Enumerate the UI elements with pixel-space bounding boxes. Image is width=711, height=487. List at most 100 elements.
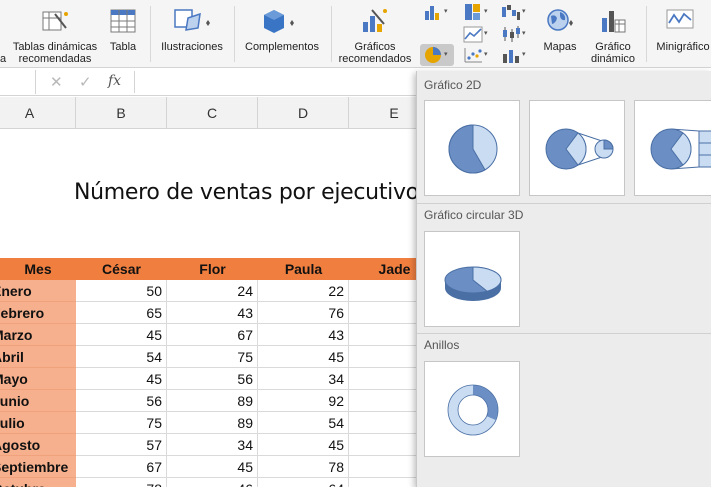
addins-button[interactable]: Complementos [240, 0, 324, 68]
value-cell[interactable]: 56 [76, 390, 167, 412]
combo-chart-caret-icon[interactable]: ▾ [522, 50, 526, 58]
sheet-title: Número de ventas por ejecutivo [74, 180, 419, 205]
illustrations-label: Ilustraciones [161, 41, 223, 53]
name-box[interactable] [0, 70, 36, 94]
combo-chart-icon[interactable] [500, 45, 522, 65]
value-cell[interactable]: 89 [167, 412, 258, 434]
value-cell[interactable]: 75 [76, 412, 167, 434]
stock-chart-icon[interactable] [500, 24, 522, 44]
bar-of-pie-option[interactable] [634, 100, 711, 196]
value-cell[interactable]: 54 [258, 412, 349, 434]
line-chart-caret-icon[interactable]: ▾ [484, 29, 488, 37]
formula-input[interactable] [134, 71, 414, 93]
illustrations-button[interactable]: Ilustraciones [156, 0, 228, 68]
pie-chart-option[interactable] [424, 100, 520, 196]
value-cell[interactable]: 24 [167, 280, 258, 302]
column-header-b[interactable]: B [76, 97, 167, 129]
value-cell[interactable]: 92 [258, 390, 349, 412]
recommended-charts-button[interactable]: Gráficos recomendados [336, 0, 414, 68]
column-chart-icon[interactable] [422, 2, 444, 22]
pie-of-pie-icon [545, 128, 614, 170]
column-header-a[interactable]: A [0, 97, 76, 129]
recommended-charts-line1: Gráficos [354, 41, 396, 53]
value-cell[interactable]: 67 [167, 324, 258, 346]
line-chart-icon[interactable] [462, 24, 484, 44]
value-cell[interactable]: 64 [258, 478, 349, 487]
header-cell-flor[interactable]: Flor [167, 258, 258, 280]
header-cell-month[interactable]: Mes [0, 258, 76, 280]
cancel-icon[interactable]: ✕ [50, 73, 63, 91]
pivot-chart-line1: Gráfico [595, 41, 631, 53]
scatter-chart-caret-icon[interactable]: ▾ [484, 50, 488, 58]
value-cell[interactable]: 46 [167, 478, 258, 487]
shapes-icon [174, 9, 210, 31]
recommended-pivot-tables-button[interactable]: Tablas dinámicas recomendadas [10, 0, 100, 68]
value-cell[interactable]: 45 [258, 346, 349, 368]
value-cell[interactable]: 43 [167, 302, 258, 324]
value-cell[interactable]: 34 [258, 368, 349, 390]
pivot-chart-line2: dinámico [590, 53, 636, 65]
ribbon: a Tablas dinámicas recomendadas Tabla Il… [0, 0, 711, 68]
waterfall-chart-caret-icon[interactable]: ▾ [522, 7, 526, 15]
sparklines-label: Minigráfico [656, 41, 710, 53]
value-cell[interactable]: 78 [258, 456, 349, 478]
column-header-c[interactable]: C [167, 97, 258, 129]
hierarchy-chart-icon[interactable] [462, 2, 484, 22]
insert-function-icon[interactable]: fx [108, 73, 121, 89]
value-cell[interactable]: 76 [258, 302, 349, 324]
value-cell[interactable]: 56 [167, 368, 258, 390]
value-cell[interactable]: 45 [76, 368, 167, 390]
recommended-charts-line2: recomendados [338, 53, 412, 65]
value-cell[interactable]: 65 [76, 302, 167, 324]
month-cell[interactable]: Abril [0, 346, 76, 368]
pie-of-pie-option[interactable] [529, 100, 625, 196]
value-cell[interactable]: 57 [76, 434, 167, 456]
maps-button[interactable]: Mapas [538, 0, 582, 68]
value-cell[interactable]: 43 [258, 324, 349, 346]
truncated-ribbon-label: a [0, 53, 7, 65]
stock-chart-caret-icon[interactable]: ▾ [522, 29, 526, 37]
header-cell-paula[interactable]: Paula [258, 258, 349, 280]
month-cell[interactable]: Septiembre [0, 456, 76, 478]
line-sparkline-icon [666, 9, 694, 29]
pie-chart-button[interactable]: ▾ [420, 44, 454, 66]
value-cell[interactable]: 78 [76, 478, 167, 487]
pie-chart-icon [448, 124, 498, 174]
month-cell[interactable]: Marzo [0, 324, 76, 346]
doughnut-option[interactable] [424, 361, 520, 457]
value-cell[interactable]: 50 [76, 280, 167, 302]
column-chart-caret-icon[interactable]: ▾ [444, 7, 448, 15]
value-cell[interactable]: 45 [76, 324, 167, 346]
value-cell[interactable]: 45 [167, 456, 258, 478]
column-header-d[interactable]: D [258, 97, 349, 129]
value-cell[interactable]: 45 [258, 434, 349, 456]
hierarchy-chart-caret-icon[interactable]: ▾ [484, 7, 488, 15]
month-cell[interactable]: Febrero [0, 302, 76, 324]
pie-3d-option[interactable] [424, 231, 520, 327]
month-cell[interactable]: Mayo [0, 368, 76, 390]
value-cell[interactable]: 75 [167, 346, 258, 368]
value-cell[interactable]: 67 [76, 456, 167, 478]
enter-icon[interactable]: ✓ [79, 73, 92, 91]
globe-icon [547, 9, 573, 31]
pivot-label-line2: recomendadas [18, 53, 92, 65]
pivot-chart-button[interactable]: Gráfico dinámico [584, 0, 642, 68]
table-button[interactable]: Tabla [104, 0, 142, 68]
header-cell-cesar[interactable]: César [76, 258, 167, 280]
doughnut-chart-icon [447, 384, 499, 436]
month-cell[interactable]: Junio [0, 390, 76, 412]
value-cell[interactable]: 22 [258, 280, 349, 302]
value-cell[interactable]: 34 [167, 434, 258, 456]
value-cell[interactable]: 89 [167, 390, 258, 412]
month-cell[interactable]: Enero [0, 280, 76, 302]
value-cell[interactable]: 54 [76, 346, 167, 368]
month-cell[interactable]: Agosto [0, 434, 76, 456]
scatter-chart-icon[interactable] [462, 45, 484, 65]
section-divider [417, 203, 711, 204]
month-cell[interactable]: Octubre [0, 478, 76, 487]
pivot-chart-icon [602, 11, 626, 33]
section-title-3d: Gráfico circular 3D [424, 208, 524, 222]
month-cell[interactable]: Julio [0, 412, 76, 434]
waterfall-chart-icon[interactable] [500, 2, 522, 22]
sparklines-button[interactable]: Minigráfico [652, 0, 711, 68]
